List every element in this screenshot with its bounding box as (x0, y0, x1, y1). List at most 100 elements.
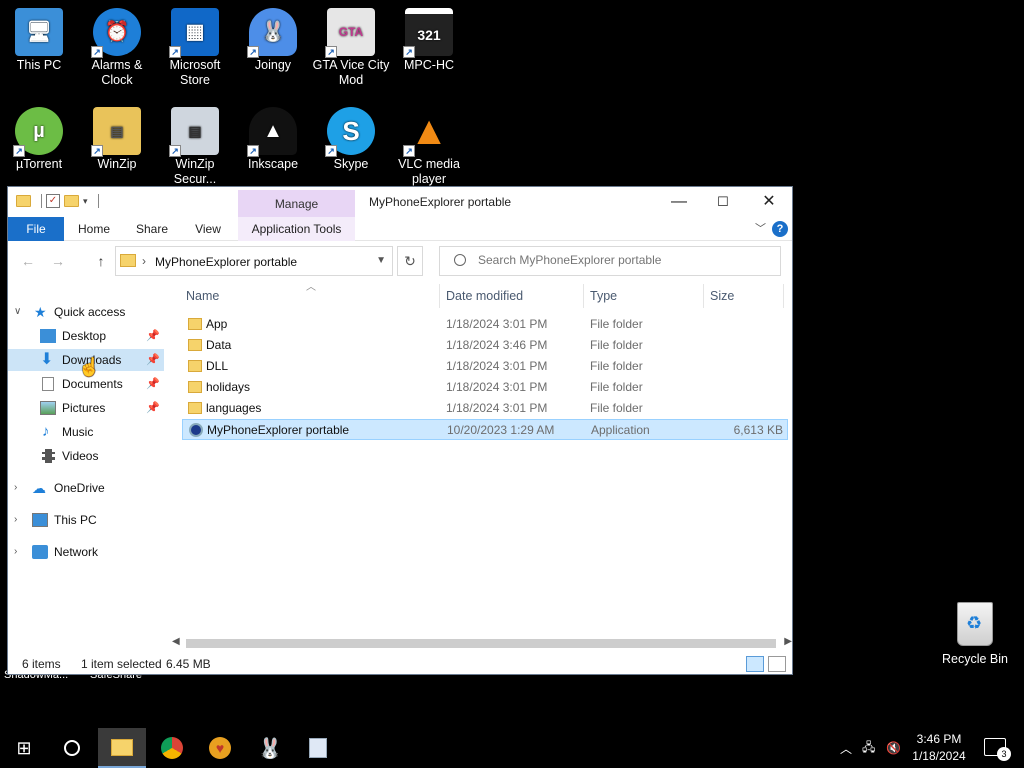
new-folder-icon[interactable] (64, 195, 79, 207)
tab-home[interactable]: Home (70, 217, 118, 241)
desktop-icon-winzip[interactable]: ▤ ↗ WinZip (78, 107, 156, 172)
tab-application-tools[interactable]: Application Tools (238, 217, 355, 241)
column-header-size[interactable]: Size (704, 284, 784, 308)
network-status-icon[interactable]: 🖧 (862, 728, 875, 768)
scrollbar-thumb[interactable] (186, 639, 776, 648)
taskbar-app-image[interactable] (294, 728, 342, 768)
nav-item-quick-access[interactable]: ∨ ★ Quick access (8, 301, 164, 323)
refresh-button[interactable]: ↻ (397, 246, 423, 276)
folder-icon (111, 738, 133, 756)
address-dropdown-chevron-icon[interactable]: ▼ (376, 255, 386, 266)
desktop-icon (40, 329, 56, 343)
list-item[interactable]: DLL 1/18/2024 3:01 PM File folder (182, 356, 788, 377)
folder-icon (188, 402, 202, 414)
nav-item-videos[interactable]: Videos (8, 445, 164, 467)
desktop-icon-winzip-secure[interactable]: ▤ ↗ WinZip Secur... (156, 107, 234, 187)
network-icon (32, 545, 48, 559)
windows-logo-icon: ⊞ (16, 737, 32, 758)
desktop-icon-gta[interactable]: GTA ↗ GTA Vice City Mod (312, 8, 390, 88)
taskbar-app-heart[interactable]: ♥ (196, 728, 244, 768)
collapse-chevron-icon[interactable]: ∨ (14, 301, 21, 323)
forward-button[interactable]: → (48, 251, 68, 271)
large-icons-view-button[interactable] (768, 656, 786, 672)
pin-icon[interactable]: 📌 (146, 397, 160, 419)
explorer-window: ✓ ▾ Manage MyPhoneExplorer portable — ☐ … (7, 186, 793, 675)
start-button[interactable]: ⊞ (0, 728, 48, 768)
tab-manage[interactable]: Manage (238, 190, 355, 217)
show-hidden-icons-chevron-icon[interactable]: ︿ (840, 728, 852, 768)
pin-icon[interactable]: 📌 (146, 349, 160, 371)
list-item[interactable]: languages 1/18/2024 3:01 PM File folder (182, 398, 788, 419)
winzip-secure-icon: ▤ ↗ (169, 107, 219, 157)
desktop-icon-utorrent[interactable]: µ ↗ µTorrent (0, 107, 78, 172)
heart-app-icon: ♥ (209, 737, 231, 759)
back-button[interactable]: ← (18, 251, 38, 271)
nav-item-this-pc[interactable]: › This PC (8, 509, 164, 531)
desktop-icon-label: WinZip Secur... (173, 157, 217, 186)
recycle-bin-label: Recycle Bin (942, 652, 1008, 666)
taskbar-clock[interactable]: 3:46 PM 1/18/2024 (906, 731, 972, 765)
nav-item-pictures[interactable]: Pictures 📌 (8, 397, 164, 419)
taskbar-file-explorer[interactable] (98, 728, 146, 768)
file-date: 1/18/2024 3:01 PM (446, 401, 548, 415)
desktop-icon-alarms-clock[interactable]: ⏰ ↗ Alarms & Clock (78, 8, 156, 88)
desktop-icon-this-pc[interactable]: 🖥 This PC (0, 8, 78, 73)
pin-icon[interactable]: 📌 (146, 373, 160, 395)
desktop-icon-recycle-bin[interactable]: Recycle Bin (940, 602, 1010, 666)
tab-share[interactable]: Share (128, 217, 176, 241)
nav-item-label: Network (54, 545, 99, 559)
volume-muted-icon[interactable]: 🔇 (886, 728, 901, 768)
pin-icon[interactable]: 📌 (146, 325, 160, 347)
expand-ribbon-chevron-icon[interactable]: ﹀ (755, 220, 766, 236)
item-count: 6 items (22, 657, 61, 671)
nav-item-label: This PC (54, 513, 97, 527)
nav-item-onedrive[interactable]: › ☁ OneDrive (8, 477, 164, 499)
file-type: File folder (590, 380, 643, 394)
joingy-icon: 🐰 ↗ (247, 8, 297, 58)
column-header-name[interactable]: Name (180, 284, 440, 308)
close-button[interactable]: ✕ (746, 187, 792, 217)
address-bar[interactable]: › MyPhoneExplorer portable ▼ (115, 246, 393, 276)
scroll-right-icon[interactable]: ▶ (784, 636, 792, 647)
desktop-icon-mpc-hc[interactable]: 321 ↗ MPC-HC (390, 8, 468, 73)
expand-chevron-icon[interactable]: › (14, 541, 17, 563)
tab-view[interactable]: View (184, 217, 232, 241)
search-box[interactable] (439, 246, 781, 276)
column-header-date[interactable]: Date modified (440, 284, 584, 308)
desktop-icon-joingy[interactable]: 🐰 ↗ Joingy (234, 8, 312, 73)
notifications-button[interactable]: 3 (984, 738, 1011, 761)
properties-icon[interactable]: ✓ (46, 194, 60, 208)
nav-item-music[interactable]: ♪ Music (8, 421, 164, 443)
taskbar-chrome[interactable] (148, 728, 196, 768)
desktop-icon-skype[interactable]: S ↗ Skype (312, 107, 390, 172)
expand-chevron-icon[interactable]: › (14, 509, 17, 531)
expand-chevron-icon[interactable]: › (14, 477, 17, 499)
search-input[interactable] (478, 253, 768, 267)
scroll-left-icon[interactable]: ◀ (172, 636, 180, 647)
search-button[interactable] (48, 728, 96, 768)
desktop-icon-microsoft-store[interactable]: ▦ ↗ Microsoft Store (156, 8, 234, 88)
breadcrumb-chevron-icon[interactable]: › (142, 254, 146, 268)
list-item-selected[interactable]: MyPhoneExplorer portable 10/20/2023 1:29… (182, 419, 788, 440)
nav-item-network[interactable]: › Network (8, 541, 164, 563)
nav-item-desktop[interactable]: Desktop 📌 (8, 325, 164, 347)
desktop-icon-vlc[interactable]: ▲ ↗ VLC media player (390, 107, 468, 187)
file-type: File folder (590, 401, 643, 415)
minimize-button[interactable]: — (656, 187, 702, 217)
details-view-button[interactable] (746, 656, 764, 672)
column-header-type[interactable]: Type (584, 284, 704, 308)
breadcrumb[interactable]: MyPhoneExplorer portable (155, 255, 297, 269)
help-icon[interactable]: ? (772, 221, 788, 237)
maximize-button[interactable]: ☐ (700, 187, 746, 217)
title-bar[interactable]: ✓ ▾ Manage MyPhoneExplorer portable — ☐ … (8, 187, 792, 217)
desktop-icon-label: GTA Vice City Mod (312, 58, 390, 87)
horizontal-scrollbar[interactable]: ◀ ▶ (170, 636, 792, 650)
taskbar-joingy[interactable]: 🐰 (246, 728, 294, 768)
list-item[interactable]: Data 1/18/2024 3:46 PM File folder (182, 335, 788, 356)
list-item[interactable]: App 1/18/2024 3:01 PM File folder (182, 314, 788, 335)
tab-file[interactable]: File (8, 217, 64, 241)
desktop-icon-inkscape[interactable]: ▲ ↗ Inkscape (234, 107, 312, 172)
up-button[interactable]: ↑ (91, 251, 111, 271)
list-item[interactable]: holidays 1/18/2024 3:01 PM File folder (182, 377, 788, 398)
customize-toolbar-chevron-icon[interactable]: ▾ (83, 196, 88, 207)
